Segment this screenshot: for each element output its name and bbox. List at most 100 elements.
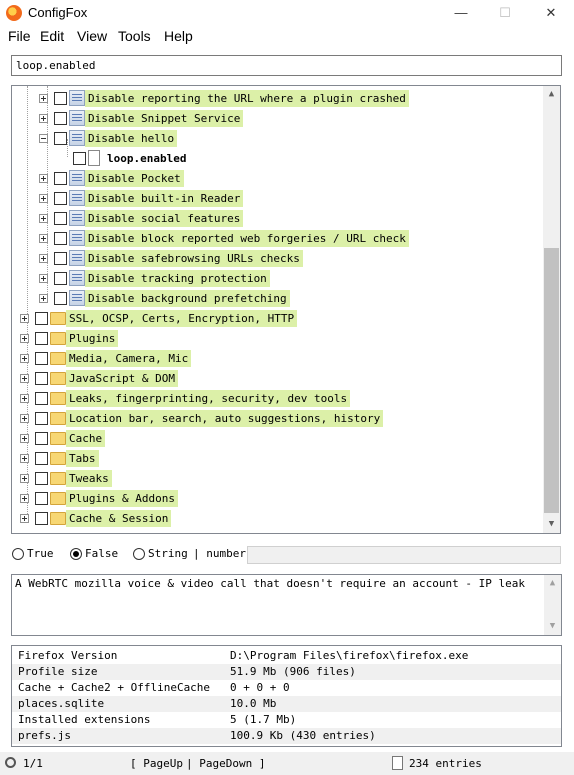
tree-row[interactable]: Disable hello (12, 128, 544, 148)
menu-help[interactable]: Help (164, 28, 193, 44)
tree-category[interactable]: Media, Camera, Mic (12, 348, 544, 368)
tree-category[interactable]: Location bar, search, auto suggestions, … (12, 408, 544, 428)
scroll-up-arrow-icon[interactable]: ▲ (543, 86, 560, 103)
false-radio[interactable] (70, 548, 82, 560)
checkbox[interactable] (54, 92, 67, 105)
tree-row[interactable]: Disable block reported web forgeries / U… (12, 228, 544, 248)
checkbox[interactable] (54, 172, 67, 185)
expand-toggle[interactable] (39, 234, 48, 243)
tree-item-label: Disable Pocket (85, 170, 184, 187)
expand-toggle[interactable] (20, 394, 29, 403)
tree-category[interactable]: Cache (12, 428, 544, 448)
expand-toggle[interactable] (39, 114, 48, 123)
scroll-down-arrow-icon[interactable]: ▼ (543, 516, 560, 533)
checkbox[interactable] (54, 112, 67, 125)
checkbox[interactable] (35, 492, 48, 505)
page-down-button[interactable]: | PageDown ] (186, 757, 265, 770)
tree-category[interactable]: Tweaks (12, 468, 544, 488)
expand-toggle[interactable] (20, 314, 29, 323)
tree-row[interactable]: Disable social features (12, 208, 544, 228)
tree-row-selected[interactable]: loop.enabled (12, 148, 544, 168)
close-button[interactable]: ✕ (536, 3, 566, 23)
expand-toggle[interactable] (20, 474, 29, 483)
scroll-up-arrow-icon[interactable]: ▲ (544, 575, 561, 592)
checkbox[interactable] (73, 152, 86, 165)
menu-view[interactable]: View (77, 28, 107, 44)
expand-toggle[interactable] (39, 294, 48, 303)
tree-row[interactable]: Disable Snippet Service (12, 108, 544, 128)
checkbox[interactable] (54, 252, 67, 265)
expand-toggle[interactable] (39, 254, 48, 263)
expand-toggle[interactable] (20, 374, 29, 383)
false-label: False (85, 547, 119, 560)
scrollbar-thumb[interactable] (544, 248, 559, 513)
checkbox[interactable] (35, 352, 48, 365)
scroll-down-arrow-icon[interactable]: ▼ (544, 618, 561, 635)
tree-scrollbar[interactable]: ▲ ▼ (543, 86, 560, 533)
string-radio[interactable] (133, 548, 145, 560)
expand-toggle[interactable] (20, 454, 29, 463)
tree-category[interactable]: Plugins & Addons (12, 488, 544, 508)
tree-row[interactable]: Disable safebrowsing URLs checks (12, 248, 544, 268)
search-input[interactable] (11, 55, 562, 76)
tree-category[interactable]: Cache & Session (12, 508, 544, 528)
preference-group-icon (69, 170, 85, 186)
expand-toggle[interactable] (39, 194, 48, 203)
menu-file[interactable]: File (8, 28, 31, 44)
page-indicator: 1/1 (23, 757, 43, 770)
search-icon (5, 757, 16, 768)
maximize-button[interactable]: ☐ (490, 3, 520, 23)
expand-toggle[interactable] (20, 514, 29, 523)
expand-toggle[interactable] (20, 434, 29, 443)
collapse-toggle[interactable] (39, 134, 48, 143)
menu-edit[interactable]: Edit (40, 28, 64, 44)
checkbox[interactable] (35, 432, 48, 445)
preference-group-icon (69, 110, 85, 126)
checkbox[interactable] (54, 272, 67, 285)
checkbox[interactable] (35, 332, 48, 345)
expand-toggle[interactable] (39, 94, 48, 103)
checkbox[interactable] (54, 192, 67, 205)
page-up-button[interactable]: [ PageUp (130, 757, 183, 770)
tree-category[interactable]: JavaScript & DOM (12, 368, 544, 388)
expand-toggle[interactable] (20, 334, 29, 343)
preference-group-icon (69, 130, 85, 146)
tree-category[interactable]: Plugins (12, 328, 544, 348)
checkbox[interactable] (35, 312, 48, 325)
expand-toggle[interactable] (39, 274, 48, 283)
tree-row[interactable]: Disable tracking protection (12, 268, 544, 288)
expand-toggle[interactable] (39, 174, 48, 183)
expand-toggle[interactable] (20, 354, 29, 363)
category-label: Plugins & Addons (66, 490, 178, 507)
expand-toggle[interactable] (20, 494, 29, 503)
tree-row[interactable]: Disable background prefetching (12, 288, 544, 308)
expand-toggle[interactable] (20, 414, 29, 423)
tree-category[interactable]: SSL, OCSP, Certs, Encryption, HTTP (12, 308, 544, 328)
preference-group-icon (69, 250, 85, 266)
settings-tree[interactable]: Disable reporting the URL where a plugin… (11, 85, 561, 534)
checkbox[interactable] (54, 292, 67, 305)
checkbox[interactable] (35, 472, 48, 485)
tree-category[interactable]: Leaks, fingerprinting, security, dev too… (12, 388, 544, 408)
folder-icon (50, 332, 66, 345)
checkbox[interactable] (35, 452, 48, 465)
number-field[interactable] (247, 546, 561, 564)
checkbox[interactable] (35, 392, 48, 405)
checkbox[interactable] (54, 132, 67, 145)
tree-category[interactable]: Tabs (12, 448, 544, 468)
menu-tools[interactable]: Tools (118, 28, 151, 44)
expand-toggle[interactable] (39, 214, 48, 223)
checkbox[interactable] (35, 512, 48, 525)
info-value: 51.9 Mb (906 files) (230, 665, 356, 678)
checkbox[interactable] (54, 212, 67, 225)
checkbox[interactable] (35, 372, 48, 385)
description-scrollbar[interactable]: ▲ ▼ (544, 575, 561, 635)
true-radio[interactable] (12, 548, 24, 560)
minimize-button[interactable]: — (446, 3, 476, 23)
tree-row[interactable]: Disable reporting the URL where a plugin… (12, 88, 544, 108)
tree-row[interactable]: Disable Pocket (12, 168, 544, 188)
tree-row[interactable]: Disable built-in Reader (12, 188, 544, 208)
checkbox[interactable] (54, 232, 67, 245)
description-box[interactable]: A WebRTC mozilla voice & video call that… (11, 574, 562, 636)
checkbox[interactable] (35, 412, 48, 425)
